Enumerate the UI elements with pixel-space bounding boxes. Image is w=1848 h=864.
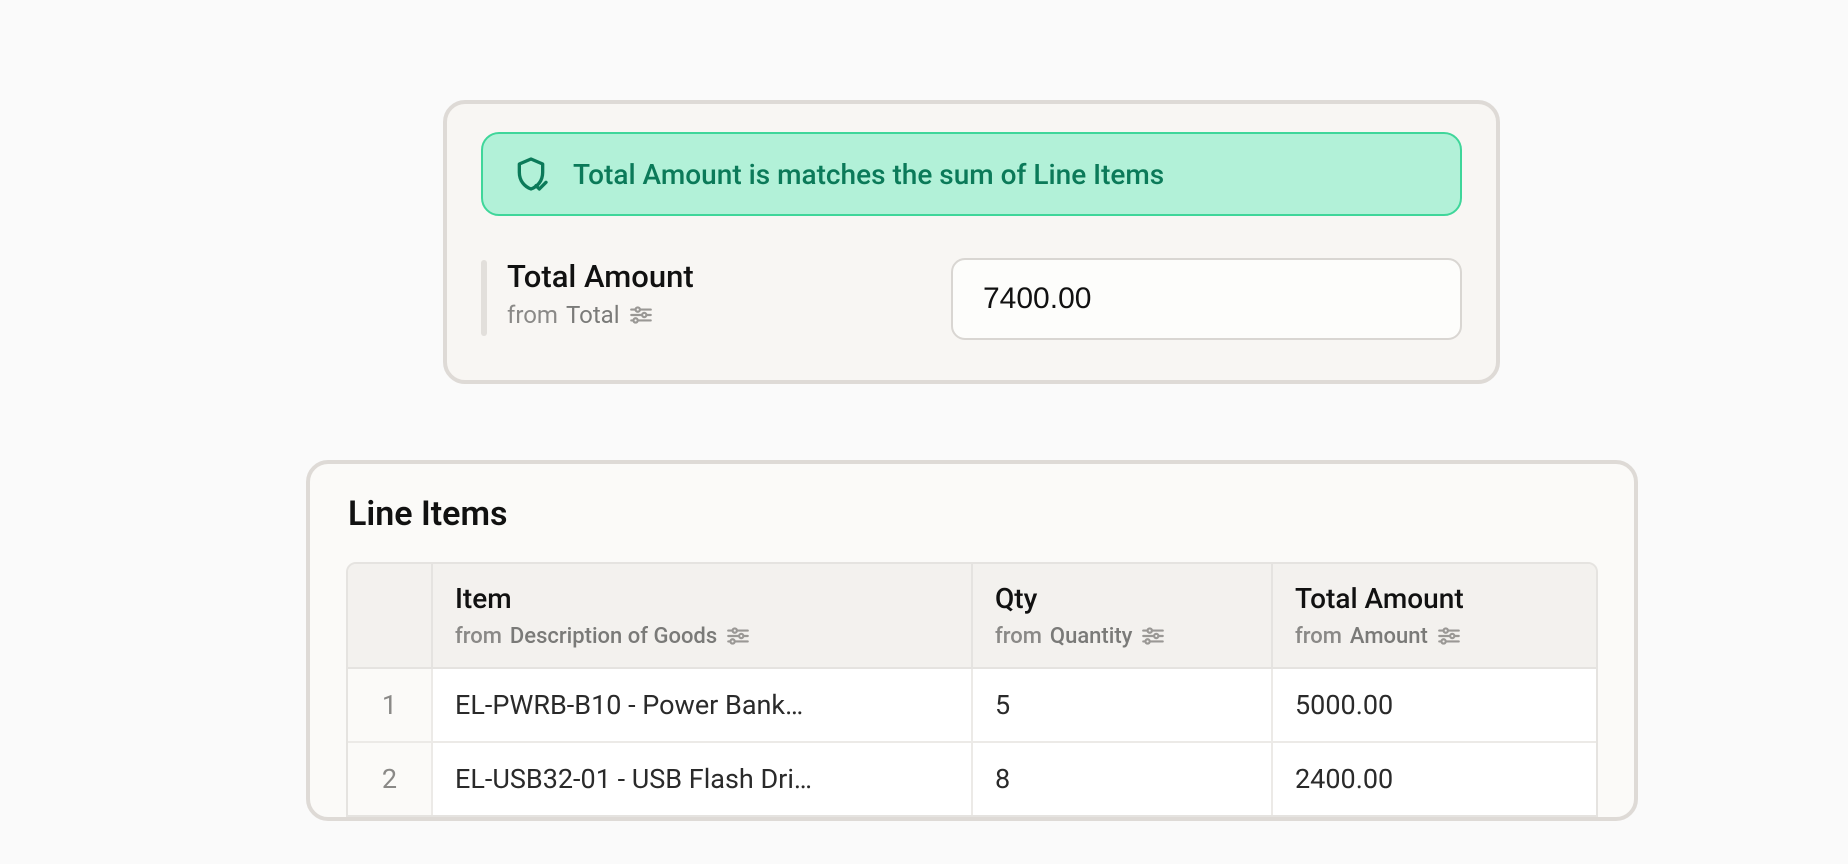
col-header-index (348, 564, 432, 668)
col-source-qty[interactable]: from Quantity (995, 623, 1249, 649)
source-name: Total (566, 301, 620, 329)
total-amount-input[interactable] (951, 258, 1462, 340)
total-amount-field: Total Amount from Total (481, 258, 1462, 340)
cell-qty[interactable]: 8 (972, 742, 1272, 815)
col-header-qty: Qty from Quantity (972, 564, 1272, 668)
sliders-icon (628, 302, 654, 328)
sliders-icon (1436, 623, 1462, 649)
source-name: Amount (1350, 624, 1428, 649)
table-row[interactable]: 1 EL-PWRB-B10 - Power Bank… 5 5000.00 (348, 668, 1596, 742)
total-amount-label: Total Amount (507, 258, 694, 295)
cell-item[interactable]: EL-PWRB-B10 - Power Bank… (432, 668, 972, 742)
row-index: 1 (348, 668, 432, 742)
field-indicator-bar (481, 260, 487, 336)
validation-alert: Total Amount is matches the sum of Line … (481, 132, 1462, 216)
col-source-amount[interactable]: from Amount (1295, 623, 1574, 649)
source-prefix: from (455, 624, 502, 649)
shield-check-icon (511, 154, 551, 194)
source-prefix: from (1295, 624, 1342, 649)
validation-message: Total Amount is matches the sum of Line … (573, 158, 1164, 191)
source-name: Description of Goods (510, 624, 717, 649)
source-prefix: from (995, 624, 1042, 649)
cell-qty[interactable]: 5 (972, 668, 1272, 742)
line-items-table: Item from Description of Goods (346, 562, 1598, 817)
cell-amount[interactable]: 5000.00 (1272, 668, 1596, 742)
cell-item[interactable]: EL-USB32-01 - USB Flash Dri… (432, 742, 972, 815)
cell-amount[interactable]: 2400.00 (1272, 742, 1596, 815)
col-source-item[interactable]: from Description of Goods (455, 623, 949, 649)
source-name: Quantity (1050, 624, 1133, 649)
col-header-amount: Total Amount from Amount (1272, 564, 1596, 668)
sliders-icon (1140, 623, 1166, 649)
col-title-item: Item (455, 582, 949, 615)
col-title-qty: Qty (995, 582, 1249, 615)
row-index: 2 (348, 742, 432, 815)
source-prefix: from (507, 301, 558, 329)
sliders-icon (725, 623, 751, 649)
col-header-item: Item from Description of Goods (432, 564, 972, 668)
total-amount-source[interactable]: from Total (507, 301, 694, 329)
col-title-amount: Total Amount (1295, 582, 1574, 615)
line-items-title: Line Items (348, 494, 1598, 534)
line-items-card: Line Items Item from Description of Good… (306, 460, 1638, 821)
total-card: Total Amount is matches the sum of Line … (443, 100, 1500, 384)
table-row[interactable]: 2 EL-USB32-01 - USB Flash Dri… 8 2400.00 (348, 742, 1596, 815)
